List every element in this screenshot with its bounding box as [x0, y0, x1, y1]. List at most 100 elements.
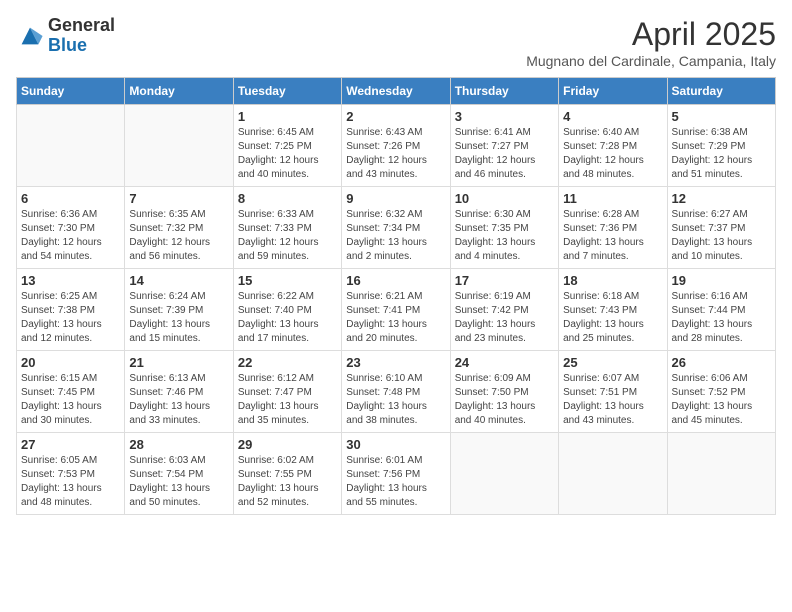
calendar-cell: 25 Sunrise: 6:07 AM Sunset: 7:51 PM Dayli… [559, 351, 667, 433]
day-number: 1 [238, 109, 337, 124]
day-info: Sunrise: 6:10 AM Sunset: 7:48 PM Dayligh… [346, 372, 445, 428]
header-friday: Friday [559, 78, 667, 105]
calendar-cell: 1 Sunrise: 6:45 AM Sunset: 7:25 PM Daylig… [233, 105, 341, 187]
calendar-cell: 22 Sunrise: 6:12 AM Sunset: 7:47 PM Dayli… [233, 351, 341, 433]
calendar-cell [450, 433, 558, 515]
calendar-week-row: 27 Sunrise: 6:05 AM Sunset: 7:53 PM Dayli… [17, 433, 776, 515]
day-info: Sunrise: 6:12 AM Sunset: 7:47 PM Dayligh… [238, 372, 337, 428]
day-info: Sunrise: 6:35 AM Sunset: 7:32 PM Dayligh… [129, 208, 228, 264]
calendar-cell: 5 Sunrise: 6:38 AM Sunset: 7:29 PM Daylig… [667, 105, 775, 187]
day-info: Sunrise: 6:13 AM Sunset: 7:46 PM Dayligh… [129, 372, 228, 428]
day-number: 11 [563, 191, 662, 206]
day-info: Sunrise: 6:03 AM Sunset: 7:54 PM Dayligh… [129, 454, 228, 510]
day-info: Sunrise: 6:45 AM Sunset: 7:25 PM Dayligh… [238, 126, 337, 182]
day-info: Sunrise: 6:07 AM Sunset: 7:51 PM Dayligh… [563, 372, 662, 428]
logo-blue-text: Blue [48, 36, 115, 56]
day-info: Sunrise: 6:16 AM Sunset: 7:44 PM Dayligh… [672, 290, 771, 346]
day-number: 25 [563, 355, 662, 370]
calendar-cell: 30 Sunrise: 6:01 AM Sunset: 7:56 PM Dayli… [342, 433, 450, 515]
day-number: 29 [238, 437, 337, 452]
calendar-cell [125, 105, 233, 187]
calendar-header-row: Sunday Monday Tuesday Wednesday Thursday… [17, 78, 776, 105]
day-number: 5 [672, 109, 771, 124]
header-sunday: Sunday [17, 78, 125, 105]
day-info: Sunrise: 6:19 AM Sunset: 7:42 PM Dayligh… [455, 290, 554, 346]
page-header: General Blue April 2025 Mugnano del Card… [16, 16, 776, 69]
day-number: 6 [21, 191, 120, 206]
calendar-cell [17, 105, 125, 187]
title-section: April 2025 Mugnano del Cardinale, Campan… [526, 16, 776, 69]
day-number: 26 [672, 355, 771, 370]
day-info: Sunrise: 6:27 AM Sunset: 7:37 PM Dayligh… [672, 208, 771, 264]
day-number: 4 [563, 109, 662, 124]
header-tuesday: Tuesday [233, 78, 341, 105]
calendar-cell: 19 Sunrise: 6:16 AM Sunset: 7:44 PM Dayli… [667, 269, 775, 351]
day-number: 17 [455, 273, 554, 288]
calendar-cell: 8 Sunrise: 6:33 AM Sunset: 7:33 PM Daylig… [233, 187, 341, 269]
month-title: April 2025 [526, 16, 776, 53]
day-number: 14 [129, 273, 228, 288]
day-info: Sunrise: 6:09 AM Sunset: 7:50 PM Dayligh… [455, 372, 554, 428]
day-number: 10 [455, 191, 554, 206]
calendar-cell: 9 Sunrise: 6:32 AM Sunset: 7:34 PM Daylig… [342, 187, 450, 269]
calendar-cell: 20 Sunrise: 6:15 AM Sunset: 7:45 PM Dayli… [17, 351, 125, 433]
day-number: 22 [238, 355, 337, 370]
day-info: Sunrise: 6:33 AM Sunset: 7:33 PM Dayligh… [238, 208, 337, 264]
day-info: Sunrise: 6:01 AM Sunset: 7:56 PM Dayligh… [346, 454, 445, 510]
calendar-cell: 27 Sunrise: 6:05 AM Sunset: 7:53 PM Dayli… [17, 433, 125, 515]
calendar-week-row: 20 Sunrise: 6:15 AM Sunset: 7:45 PM Dayli… [17, 351, 776, 433]
header-thursday: Thursday [450, 78, 558, 105]
header-monday: Monday [125, 78, 233, 105]
calendar-week-row: 1 Sunrise: 6:45 AM Sunset: 7:25 PM Daylig… [17, 105, 776, 187]
calendar-cell: 17 Sunrise: 6:19 AM Sunset: 7:42 PM Dayli… [450, 269, 558, 351]
logo: General Blue [16, 16, 115, 56]
day-info: Sunrise: 6:40 AM Sunset: 7:28 PM Dayligh… [563, 126, 662, 182]
day-number: 7 [129, 191, 228, 206]
calendar-cell: 11 Sunrise: 6:28 AM Sunset: 7:36 PM Dayli… [559, 187, 667, 269]
calendar-cell: 12Sunrise: 6:27 AM Sunset: 7:37 PM Dayli… [667, 187, 775, 269]
calendar-cell: 29 Sunrise: 6:02 AM Sunset: 7:55 PM Dayli… [233, 433, 341, 515]
day-number: 16 [346, 273, 445, 288]
day-info: Sunrise: 6:15 AM Sunset: 7:45 PM Dayligh… [21, 372, 120, 428]
day-number: 9 [346, 191, 445, 206]
calendar-cell: 14Sunrise: 6:24 AM Sunset: 7:39 PM Dayli… [125, 269, 233, 351]
logo-general-text: General [48, 16, 115, 36]
day-info: Sunrise: 6:02 AM Sunset: 7:55 PM Dayligh… [238, 454, 337, 510]
header-wednesday: Wednesday [342, 78, 450, 105]
day-info: Sunrise: 6:41 AM Sunset: 7:27 PM Dayligh… [455, 126, 554, 182]
day-info: Sunrise: 6:38 AM Sunset: 7:29 PM Dayligh… [672, 126, 771, 182]
day-number: 27 [21, 437, 120, 452]
calendar-cell: 7 Sunrise: 6:35 AM Sunset: 7:32 PM Daylig… [125, 187, 233, 269]
day-number: 8 [238, 191, 337, 206]
calendar-cell: 2Sunrise: 6:43 AM Sunset: 7:26 PM Daylig… [342, 105, 450, 187]
calendar-week-row: 6 Sunrise: 6:36 AM Sunset: 7:30 PM Daylig… [17, 187, 776, 269]
day-info: Sunrise: 6:28 AM Sunset: 7:36 PM Dayligh… [563, 208, 662, 264]
day-number: 28 [129, 437, 228, 452]
calendar-cell: 15Sunrise: 6:22 AM Sunset: 7:40 PM Dayli… [233, 269, 341, 351]
calendar-cell: 18Sunrise: 6:18 AM Sunset: 7:43 PM Dayli… [559, 269, 667, 351]
calendar-cell: 13 Sunrise: 6:25 AM Sunset: 7:38 PM Dayli… [17, 269, 125, 351]
day-number: 3 [455, 109, 554, 124]
day-info: Sunrise: 6:36 AM Sunset: 7:30 PM Dayligh… [21, 208, 120, 264]
calendar-cell: 6 Sunrise: 6:36 AM Sunset: 7:30 PM Daylig… [17, 187, 125, 269]
calendar-cell: 4 Sunrise: 6:40 AM Sunset: 7:28 PM Daylig… [559, 105, 667, 187]
calendar-cell: 24Sunrise: 6:09 AM Sunset: 7:50 PM Dayli… [450, 351, 558, 433]
day-number: 30 [346, 437, 445, 452]
day-info: Sunrise: 6:05 AM Sunset: 7:53 PM Dayligh… [21, 454, 120, 510]
calendar-cell: 23Sunrise: 6:10 AM Sunset: 7:48 PM Dayli… [342, 351, 450, 433]
calendar-cell: 16Sunrise: 6:21 AM Sunset: 7:41 PM Dayli… [342, 269, 450, 351]
day-number: 19 [672, 273, 771, 288]
day-info: Sunrise: 6:30 AM Sunset: 7:35 PM Dayligh… [455, 208, 554, 264]
day-number: 18 [563, 273, 662, 288]
location-subtitle: Mugnano del Cardinale, Campania, Italy [526, 53, 776, 69]
day-info: Sunrise: 6:32 AM Sunset: 7:34 PM Dayligh… [346, 208, 445, 264]
calendar-cell [559, 433, 667, 515]
calendar-cell: 28 Sunrise: 6:03 AM Sunset: 7:54 PM Dayli… [125, 433, 233, 515]
calendar-week-row: 13 Sunrise: 6:25 AM Sunset: 7:38 PM Dayli… [17, 269, 776, 351]
day-number: 15 [238, 273, 337, 288]
day-info: Sunrise: 6:25 AM Sunset: 7:38 PM Dayligh… [21, 290, 120, 346]
day-number: 20 [21, 355, 120, 370]
day-number: 13 [21, 273, 120, 288]
day-number: 21 [129, 355, 228, 370]
day-info: Sunrise: 6:06 AM Sunset: 7:52 PM Dayligh… [672, 372, 771, 428]
